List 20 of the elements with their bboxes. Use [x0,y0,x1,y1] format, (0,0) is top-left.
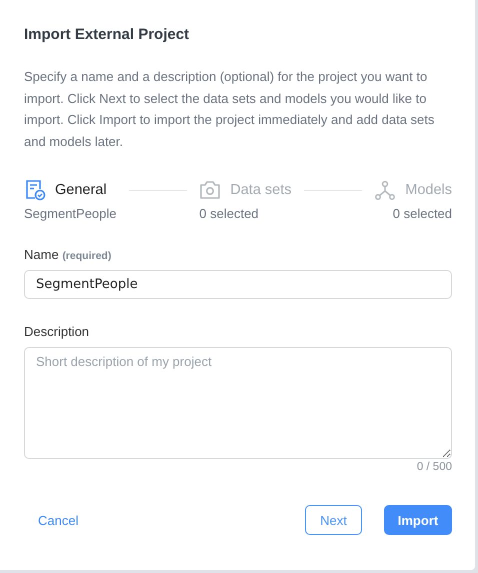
description-field[interactable]: Short description of my project [24,347,452,459]
required-hint: (required) [62,250,112,262]
field-label: Description [24,324,90,339]
step-tab[interactable]: Data sets [230,182,292,198]
step-tab[interactable]: Models [405,182,452,198]
intro-text: Specify a name and a description (optional) for the project you want to import. Click Next to select the data sets and models you would like to import. Click Import to import the project immediately and add data sets and models later. [24,68,436,150]
character-counter: 0 / 500 [416,461,452,473]
step-detail: SegmentPeople [24,206,117,221]
step-tab[interactable]: General [55,182,107,198]
field-label: Name [24,247,59,262]
cancel-button[interactable]: Cancel [24,505,92,535]
next-button[interactable]: Next [305,505,362,535]
dialog-title: Import External Project [24,26,190,44]
step-detail: 0 selected [392,206,452,221]
step-detail: 0 selected [199,206,259,221]
import-button[interactable]: Import [384,505,452,535]
camera-icon [199,179,222,201]
name-input[interactable]: SegmentPeople [24,270,452,299]
network-icon [374,179,396,201]
form-check-icon [24,179,46,201]
